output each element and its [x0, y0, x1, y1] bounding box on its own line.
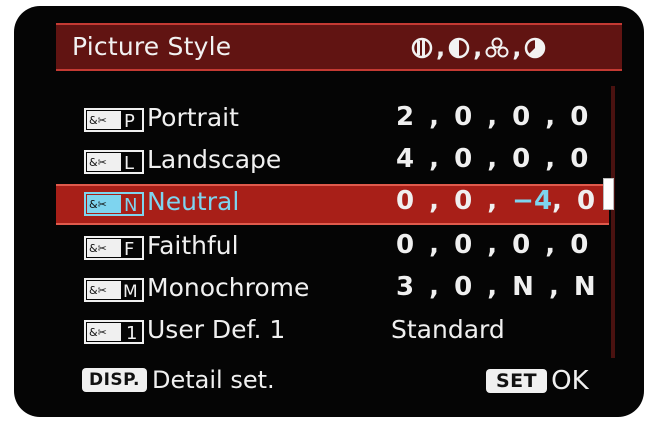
ok-hint[interactable]: SET OK [486, 366, 589, 396]
style-name: User Def. 1 [147, 315, 286, 344]
page-title: Picture Style [72, 32, 232, 61]
svg-text:M: M [123, 282, 138, 302]
detail-set-hint[interactable]: DISP. Detail set. [82, 366, 275, 394]
svg-text:P: P [124, 111, 135, 132]
values-highlight: −4 [512, 186, 553, 216]
svg-text:&✂: &✂ [89, 284, 107, 297]
style-values: 2 , 0 , 0 , 0 [396, 102, 592, 132]
svg-text:&✂: &✂ [89, 114, 107, 127]
scrollbar-track[interactable] [611, 86, 615, 358]
saturation-icon [485, 37, 509, 59]
style-values: 0 , 0 , 0 , 0 [396, 230, 592, 260]
style-row-portrait[interactable]: &✂ P Portrait 2 , 0 , 0 , 0 [56, 100, 609, 141]
menu-header: Picture Style , , , [56, 23, 622, 71]
svg-text:&✂: &✂ [89, 156, 107, 169]
style-values: 0 , 0 , −4, 0 [396, 186, 598, 216]
style-row-landscape[interactable]: &✂ L Landscape 4 , 0 , 0 , 0 [56, 142, 609, 183]
style-row-user-def-1[interactable]: &✂ 1 User Def. 1 Standard [56, 312, 609, 353]
picture-style-portrait-icon: &✂ P [84, 108, 144, 132]
picture-style-neutral-icon: &✂ N [84, 192, 144, 216]
picture-style-monochrome-icon: &✂ M [84, 278, 144, 302]
set-button-badge[interactable]: SET [486, 369, 548, 393]
svg-text:1: 1 [126, 323, 137, 344]
style-values: 4 , 0 , 0 , 0 [396, 144, 592, 174]
style-values: Standard [391, 315, 505, 344]
picture-style-user-def-icon: &✂ 1 [84, 320, 144, 344]
style-name: Monochrome [147, 273, 310, 302]
camera-menu-screen: Picture Style , , , &✂ P Portrait 2 , 0 … [14, 6, 644, 417]
style-name: Faithful [147, 231, 239, 260]
values-prefix: 0 , 0 , [396, 186, 513, 216]
color-tone-icon [524, 37, 546, 59]
style-row-faithful[interactable]: &✂ F Faithful 0 , 0 , 0 , 0 [56, 228, 609, 269]
style-name: Landscape [147, 145, 282, 174]
contrast-icon [448, 37, 470, 59]
svg-text:L: L [124, 153, 134, 174]
style-values: 3 , 0 , N , N [396, 272, 599, 302]
style-name: Neutral [147, 187, 240, 216]
picture-style-landscape-icon: &✂ L [84, 150, 144, 174]
style-name: Portrait [147, 103, 239, 132]
style-row-monochrome[interactable]: &✂ M Monochrome 3 , 0 , N , N [56, 270, 609, 311]
ok-label: OK [551, 366, 589, 396]
values-suffix: , 0 [552, 186, 599, 216]
parameter-icons: , , , [411, 34, 546, 62]
svg-text:N: N [124, 195, 137, 216]
svg-text:&✂: &✂ [89, 198, 107, 211]
detail-set-label: Detail set. [151, 366, 275, 394]
svg-text:F: F [124, 239, 134, 260]
disp-button-badge[interactable]: DISP. [82, 368, 147, 392]
scrollbar-thumb[interactable] [603, 178, 614, 210]
sharpness-icon [411, 37, 433, 59]
picture-style-faithful-icon: &✂ F [84, 236, 144, 260]
style-row-neutral[interactable]: &✂ N Neutral 0 , 0 , −4, 0 [56, 184, 609, 225]
svg-text:&✂: &✂ [89, 242, 107, 255]
svg-text:&✂: &✂ [89, 326, 107, 339]
